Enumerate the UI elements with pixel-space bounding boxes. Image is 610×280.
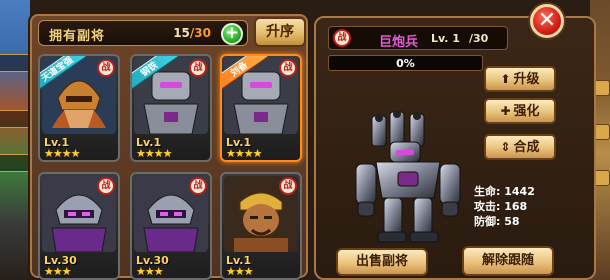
upgrade-button[interactable]: ⬆ 升级 (484, 66, 556, 92)
hero-card[interactable]: 钢铁战 Lv.1 ★★★★ (130, 54, 212, 162)
stat-attack: 攻击: 168 (474, 199, 535, 214)
owned-count-value: 15 (173, 26, 190, 40)
stat-defense: 防御: 58 (474, 214, 535, 229)
close-button[interactable]: ✕ (530, 4, 564, 38)
hero-detail-panel: 战 巨炮兵 Lv. 1 /30 0% ⬆ 升级 ✚ 强化 ⇕ 合成 生命: 14… (314, 16, 596, 280)
unfollow-button[interactable]: 解除跟随 (462, 246, 554, 276)
merge-arrows-icon: ⇕ (500, 140, 511, 154)
stat-value: 168 (504, 200, 528, 213)
combat-badge: 战 (97, 177, 115, 195)
background-strip (0, 110, 30, 128)
add-slot-button[interactable]: + (221, 23, 243, 45)
combine-button[interactable]: ⇕ 合成 (484, 134, 556, 160)
hero-portrait-large (355, 110, 461, 243)
stat-label: 生命: (474, 185, 501, 198)
sort-button[interactable]: 升序 (254, 17, 306, 47)
combat-badge: 战 (333, 29, 351, 47)
background-strip (0, 154, 30, 172)
star-rating: ★★★ (226, 265, 254, 278)
stat-label: 攻击: (474, 200, 501, 213)
combat-badge: 战 (279, 177, 297, 195)
exp-progress-bar: 0% (328, 55, 483, 71)
arrow-up-icon: ⬆ (500, 72, 511, 86)
background-left (0, 0, 30, 280)
stat-label: 防御: (474, 215, 501, 228)
owned-count: 15/30 (173, 26, 211, 40)
plus-icon: ✚ (500, 104, 511, 118)
hero-name: 巨炮兵 (379, 35, 419, 50)
combat-badge: 战 (97, 59, 115, 77)
star-rating: ★★★★ (44, 147, 80, 160)
star-rating: ★★★★ (136, 147, 172, 160)
enhance-label: 强化 (513, 104, 540, 119)
hero-card[interactable]: 战 Lv.30 ★★★ (130, 172, 212, 280)
hero-roster-panel: 拥有副将 15/30 + 升序 天道宝强战 Lv.1 ★★★★ 钢铁战 Lv.1 ★★★★… (28, 12, 310, 280)
enhance-button[interactable]: ✚ 强化 (484, 98, 556, 124)
stat-hp: 生命: 1442 (474, 184, 535, 199)
star-rating: ★★★ (136, 265, 164, 278)
star-rating: ★★★★ (226, 147, 262, 160)
close-icon: ✕ (537, 8, 557, 33)
combine-label: 合成 (513, 140, 540, 155)
upgrade-label: 升级 (513, 72, 540, 87)
stat-value: 58 (504, 215, 520, 228)
combat-badge: 战 (279, 59, 297, 77)
owned-count-max: /30 (189, 26, 211, 40)
owned-label: 拥有副将 (49, 29, 106, 44)
combat-badge: 战 (189, 59, 207, 77)
owned-count-bar: 拥有副将 15/30 + (38, 20, 248, 46)
sell-hero-button[interactable]: 出售副将 (336, 248, 428, 276)
hero-card[interactable]: 战 Lv.30 ★★★ (38, 172, 120, 280)
plus-icon: + (224, 23, 240, 43)
combat-badge: 战 (189, 177, 207, 195)
hero-level-max: /30 (469, 32, 489, 45)
hero-card[interactable]: 天道宝强战 Lv.1 ★★★★ (38, 54, 120, 162)
star-rating: ★★★ (44, 265, 72, 278)
hero-level: Lv. 1 (431, 32, 460, 45)
exp-progress-text: 0% (396, 57, 415, 70)
stat-value: 1442 (504, 185, 535, 198)
hero-stats: 生命: 1442 攻击: 168 防御: 58 (474, 184, 535, 229)
hero-name-bar: 战 巨炮兵 Lv. 1 /30 (328, 26, 508, 50)
hero-card[interactable]: 战 Lv.1 ★★★ (220, 172, 302, 280)
background-strip (0, 54, 30, 72)
hero-card[interactable]: 刘备战 Lv.1 ★★★★ (220, 54, 302, 162)
